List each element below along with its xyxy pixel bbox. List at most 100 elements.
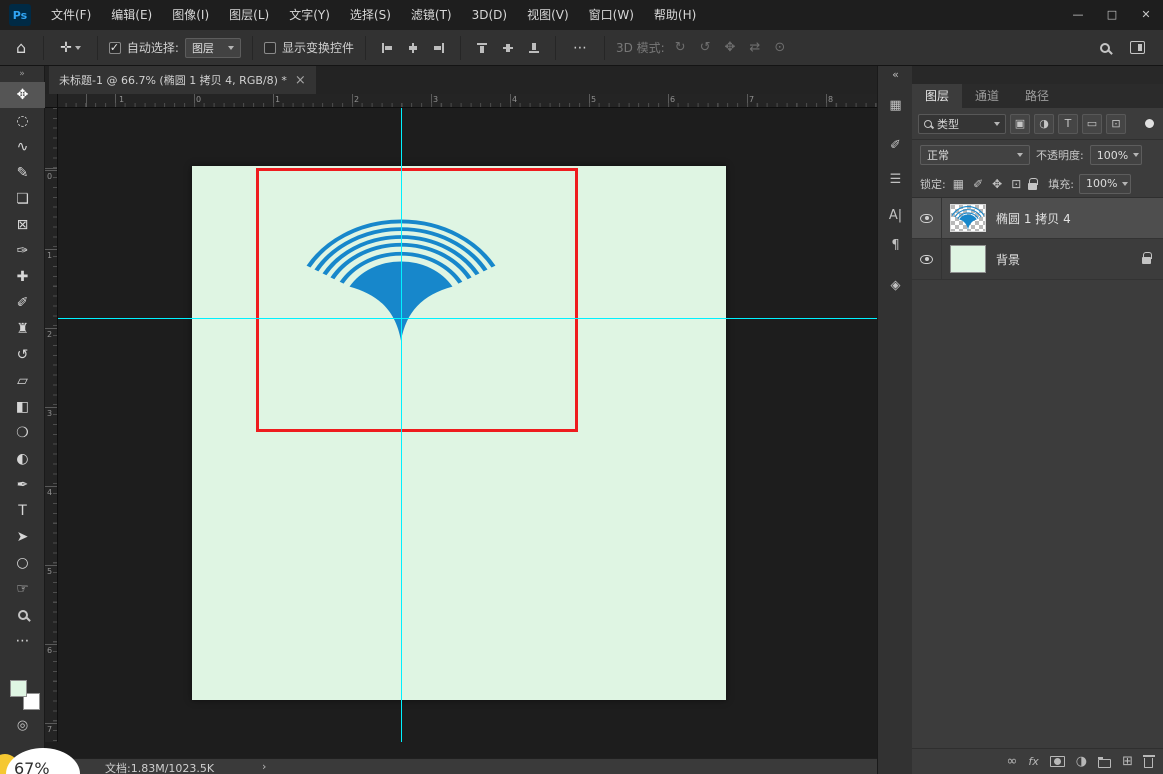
pasteboard[interactable] <box>58 108 877 742</box>
tab-channels[interactable]: 通道 <box>962 84 1012 108</box>
visibility-cell[interactable] <box>912 239 942 279</box>
hand-tool[interactable]: ☞ <box>0 576 45 602</box>
adjustment-layer-icon[interactable]: ◑ <box>1076 749 1087 774</box>
menu-help[interactable]: 帮助(H) <box>644 0 706 30</box>
lasso-tool[interactable]: ∿ <box>0 134 45 160</box>
path-selection-tool[interactable]: ➤ <box>0 524 45 550</box>
visibility-cell[interactable] <box>912 198 942 238</box>
3d-slide-icon[interactable]: ⇄ <box>745 40 764 55</box>
tab-layers[interactable]: 图层 <box>912 84 963 108</box>
gradient-tool[interactable]: ◧ <box>0 394 45 420</box>
foreground-color-swatch[interactable] <box>10 680 27 697</box>
type-tool[interactable]: T <box>0 498 45 524</box>
align-center-icon[interactable] <box>406 41 420 55</box>
filter-toggle-icon[interactable] <box>1145 119 1154 128</box>
3d-panel-icon[interactable]: ◈ <box>878 278 913 293</box>
character-panel-icon[interactable]: A| <box>878 208 913 223</box>
layer-name[interactable]: 背景 <box>996 251 1020 268</box>
filter-pixel-layers-icon[interactable]: ▣ <box>1010 113 1030 134</box>
layer-row-background[interactable]: 背景 <box>912 239 1163 280</box>
vertical-ruler[interactable]: 0 1 2 3 4 5 6 7 <box>45 108 58 742</box>
delete-layer-icon[interactable] <box>1142 755 1155 768</box>
eraser-tool[interactable]: ▱ <box>0 368 45 394</box>
align-middle-icon[interactable] <box>501 41 515 55</box>
more-options-icon[interactable]: ⋯ <box>567 40 593 56</box>
link-layers-icon[interactable]: ∞ <box>1007 749 1018 774</box>
menu-view[interactable]: 视图(V) <box>517 0 579 30</box>
properties-panel-icon[interactable]: ▦ <box>878 98 913 113</box>
filter-type-layers-icon[interactable]: T <box>1058 113 1078 134</box>
auto-select-checkbox[interactable] <box>108 41 121 54</box>
show-transform-checkbox[interactable] <box>263 41 276 54</box>
eyedropper-tool[interactable]: ✑ <box>0 238 45 264</box>
tab-close-icon[interactable]: × <box>295 73 306 88</box>
lock-all-icon[interactable] <box>1028 177 1039 190</box>
3d-roll-icon[interactable]: ↺ <box>696 40 715 55</box>
elliptical-marquee-tool[interactable]: ◌ <box>0 108 45 134</box>
horizontal-ruler[interactable]: 1 0 1 2 3 4 5 6 7 8 <box>58 94 877 108</box>
home-icon[interactable]: ⌂ <box>10 38 32 57</box>
opacity-dropdown[interactable]: 100% <box>1089 145 1142 165</box>
lock-position-icon[interactable]: ✥ <box>990 177 1004 191</box>
status-chevron-icon[interactable]: › <box>262 760 266 773</box>
blur-tool[interactable]: ❍ <box>0 420 45 446</box>
menu-window[interactable]: 窗口(W) <box>579 0 644 30</box>
align-left-icon[interactable] <box>380 41 394 55</box>
3d-orbit-icon[interactable]: ↻ <box>671 40 690 55</box>
collapse-panels-icon[interactable]: « <box>878 68 913 81</box>
move-tool[interactable]: ✥ <box>0 82 45 108</box>
vertical-guide[interactable] <box>401 108 402 742</box>
pen-tool[interactable]: ✒ <box>0 472 45 498</box>
quick-mask-icon[interactable]: ◎ <box>0 718 45 733</box>
clone-stamp-tool[interactable]: ♜ <box>0 316 45 342</box>
blend-mode-dropdown[interactable]: 正常 <box>920 145 1030 165</box>
align-bottom-icon[interactable] <box>527 41 541 55</box>
toolbar-collapse-icon[interactable]: » <box>0 66 44 82</box>
align-right-icon[interactable] <box>432 41 446 55</box>
3d-pan-icon[interactable]: ✥ <box>721 40 740 55</box>
document-viewport[interactable]: 1 0 1 2 3 4 5 6 7 8 0 1 2 3 4 5 6 7 <box>45 94 877 742</box>
maximize-button[interactable]: □ <box>1095 0 1129 30</box>
fill-dropdown[interactable]: 100% <box>1078 173 1131 194</box>
layer-name[interactable]: 椭圆 1 拷贝 4 <box>996 210 1071 227</box>
filter-type-dropdown[interactable]: 类型 <box>918 113 1006 134</box>
document-tab[interactable]: 未标题-1 @ 66.7% (椭圆 1 拷贝 4, RGB/8) * × <box>49 66 316 94</box>
layer-row-ellipse-copy[interactable]: 椭圆 1 拷贝 4 <box>912 198 1163 239</box>
lock-pixels-icon[interactable]: ✐ <box>971 177 985 191</box>
filter-smart-objects-icon[interactable]: ⊡ <box>1106 113 1126 134</box>
more-tools-button[interactable]: ⋯ <box>0 628 45 654</box>
layer-thumbnail[interactable] <box>950 204 986 232</box>
minimize-button[interactable]: — <box>1061 0 1095 30</box>
layer-thumbnail[interactable] <box>950 245 986 273</box>
lock-transparency-icon[interactable]: ▦ <box>951 177 966 191</box>
layer-style-icon[interactable]: fx <box>1028 755 1038 768</box>
paragraph-panel-icon[interactable]: ¶ <box>878 238 913 253</box>
tab-paths[interactable]: 路径 <box>1012 84 1062 108</box>
zoom-level-field[interactable]: 67% <box>14 759 50 774</box>
brush-tool[interactable]: ✐ <box>0 290 45 316</box>
horizontal-guide[interactable] <box>58 318 877 319</box>
quick-selection-tool[interactable]: ✎ <box>0 160 45 186</box>
zoom-tool[interactable] <box>0 602 45 628</box>
auto-select-target-dropdown[interactable]: 图层 <box>184 37 241 58</box>
crop-tool[interactable]: ❏ <box>0 186 45 212</box>
frame-tool[interactable]: ⊠ <box>0 212 45 238</box>
lock-artboard-icon[interactable]: ⊡ <box>1009 177 1023 191</box>
filter-adjustment-layers-icon[interactable]: ◑ <box>1034 113 1054 134</box>
ellipse-tool[interactable]: ○ <box>0 550 45 576</box>
menu-filter[interactable]: 滤镜(T) <box>401 0 462 30</box>
brush-settings-panel-icon[interactable]: ☰ <box>878 172 913 187</box>
active-tool-preset[interactable]: ✛ <box>55 40 86 56</box>
menu-edit[interactable]: 编辑(E) <box>101 0 162 30</box>
dodge-tool[interactable]: ◐ <box>0 446 45 472</box>
menu-3d[interactable]: 3D(D) <box>462 0 517 30</box>
history-brush-tool[interactable]: ↺ <box>0 342 45 368</box>
new-group-icon[interactable] <box>1098 756 1112 768</box>
menu-file[interactable]: 文件(F) <box>41 0 101 30</box>
close-button[interactable]: ✕ <box>1129 0 1163 30</box>
search-icon[interactable] <box>1100 42 1110 53</box>
brushes-panel-icon[interactable]: ✐ <box>878 138 913 153</box>
add-layer-mask-icon[interactable] <box>1049 756 1065 767</box>
menu-layer[interactable]: 图层(L) <box>219 0 279 30</box>
healing-brush-tool[interactable]: ✚ <box>0 264 45 290</box>
